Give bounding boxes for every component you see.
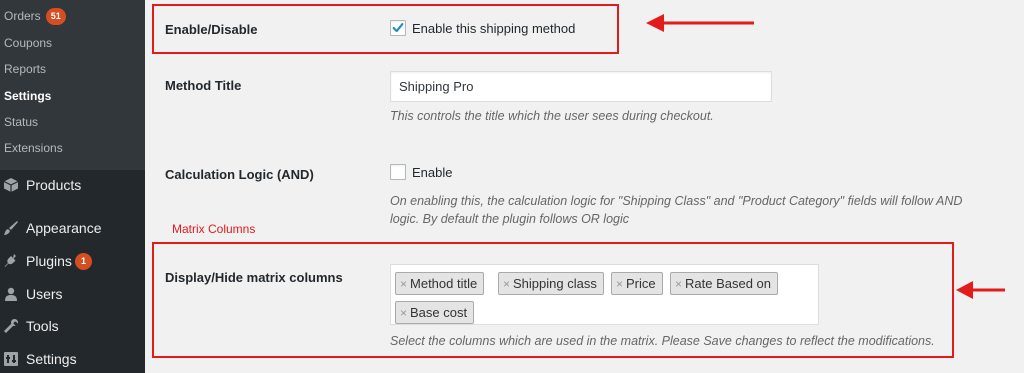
plugins-update-badge: 1 [75, 253, 92, 270]
paintbrush-icon [4, 221, 18, 235]
calculation-logic-checkbox-label[interactable]: Enable [412, 165, 452, 180]
submenu-item-label: Settings [4, 89, 52, 103]
method-title-input[interactable] [390, 71, 772, 102]
menu-item-settings[interactable]: Settings [0, 344, 145, 373]
calculation-logic-description-line-2: logic. By default the plugin follows OR … [390, 212, 630, 226]
submenu-item-extensions[interactable]: Extensions [4, 141, 63, 155]
wrench-icon [4, 319, 18, 333]
enable-highlight-box [152, 4, 619, 54]
submenu-item-label: Status [4, 115, 39, 129]
submenu-item-label: Reports [4, 62, 47, 76]
menu-item-label: Products [26, 177, 82, 193]
menu-item-label: Appearance [26, 220, 102, 236]
method-title-description: This controls the title which the user s… [390, 109, 714, 123]
submenu-item-label: Extensions [4, 141, 63, 155]
menu-item-label: Plugins [26, 253, 72, 269]
menu-item-label: Settings [26, 351, 77, 367]
submenu-item-label: Orders [4, 9, 41, 23]
menu-item-products[interactable]: Products [0, 170, 145, 200]
calculation-logic-label: Calculation Logic (AND) [165, 167, 314, 182]
calculation-logic-checkbox[interactable] [390, 164, 406, 180]
matrix-highlight-box [152, 242, 954, 358]
users-icon [5, 287, 17, 301]
menu-item-label: Users [26, 286, 63, 302]
submenu-item-coupons[interactable]: Coupons [4, 36, 52, 50]
arrow-left-icon [956, 281, 1005, 299]
settings-icon [4, 352, 18, 366]
matrix-columns-annotation: Matrix Columns [172, 222, 256, 236]
menu-item-tools[interactable]: Tools [0, 311, 145, 341]
submenu-item-label: Coupons [4, 36, 53, 50]
calculation-logic-description-line-1: On enabling this, the calculation logic … [390, 194, 963, 208]
arrow-left-icon [646, 14, 754, 32]
menu-item-plugins[interactable]: Plugins 1 [0, 246, 145, 276]
plugin-icon [4, 254, 16, 267]
menu-item-label: Tools [26, 318, 59, 334]
submenu-item-settings[interactable]: Settings [4, 89, 51, 103]
admin-sidebar: Orders 51 Coupons Reports Settings Status… [0, 0, 145, 373]
submenu-item-orders[interactable]: Orders 51 [4, 8, 66, 25]
woocommerce-submenu: Orders 51 Coupons Reports Settings Status… [0, 0, 145, 170]
method-title-label: Method Title [165, 78, 242, 93]
cube-icon [3, 178, 19, 192]
menu-item-appearance[interactable]: Appearance [0, 213, 145, 243]
submenu-item-status[interactable]: Status [4, 115, 38, 129]
submenu-item-reports[interactable]: Reports [4, 62, 46, 76]
menu-item-users[interactable]: Users [0, 279, 145, 309]
orders-count-badge: 51 [45, 8, 66, 25]
